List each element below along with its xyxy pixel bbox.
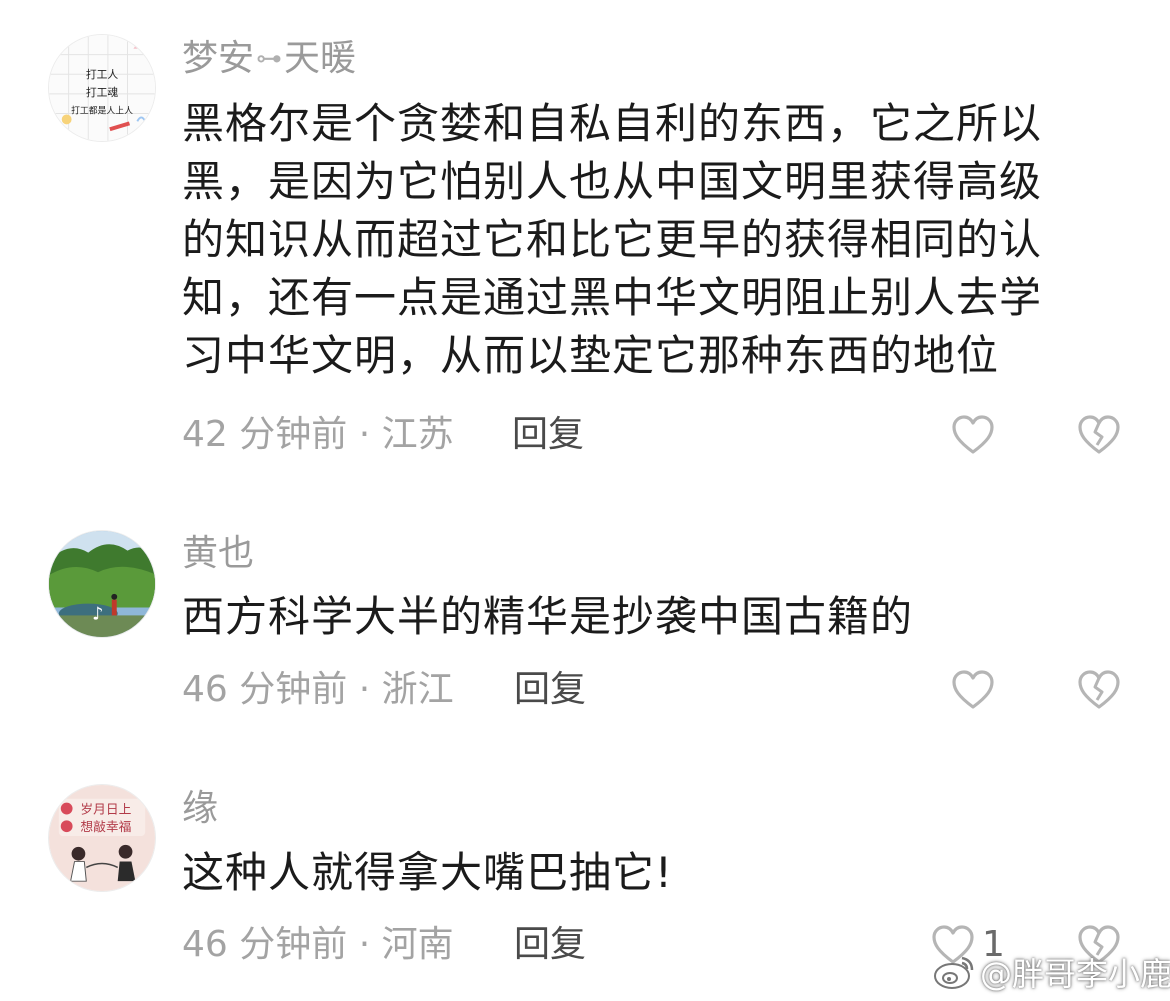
comment-username[interactable]: 缘 [182, 786, 218, 832]
dislike-button[interactable] [1076, 667, 1122, 713]
avatar-text-line: 打工人 [86, 68, 119, 81]
comment-text-line: 西方科学大半的精华是抄袭中国古籍的 [182, 592, 914, 641]
avatar-image: ♪ [49, 531, 155, 637]
broken-heart-icon [1078, 670, 1120, 709]
comment-text: 西方科学大半的精华是抄袭中国古籍的 [182, 588, 1102, 646]
link-icon: ⊶ [256, 44, 283, 74]
comment-text: 这种人就得拿大嘴巴抽它! [182, 844, 1102, 902]
watermark-text: @胖哥李小鹿 [980, 955, 1170, 993]
like-button[interactable] [950, 412, 996, 458]
comment-text-line: 黑格尔是个贪婪和自私自利的东西，它之所以 [182, 99, 1043, 148]
comment-text-line: 这种人就得拿大嘴巴抽它! [182, 848, 673, 897]
comment-meta: 46 分钟前 · 浙江 [182, 669, 454, 710]
reply-button[interactable]: 回复 [512, 412, 584, 458]
reply-button[interactable]: 回复 [514, 667, 586, 713]
avatar[interactable]: 打工人 打工魂 打工都是人上人 [48, 34, 156, 142]
comment-text: 黑格尔是个贪婪和自私自利的东西，它之所以 黑，是因为它怕别人也从中国文明里获得高… [182, 95, 1102, 385]
comment-meta: 42 分钟前 · 江苏 [182, 414, 454, 455]
avatar[interactable]: 岁月日上 想敲幸福 [48, 784, 156, 892]
username-part: 天暖 [284, 38, 357, 79]
weibo-logo-icon [934, 956, 974, 989]
svg-text:♪: ♪ [92, 604, 103, 624]
comment-username[interactable]: 黄也 [182, 531, 254, 577]
comment-text-line: 习中华文明，从而以垫定它那种东西的地位 [182, 331, 1000, 380]
comment-username[interactable]: 梦安⊶天暖 [182, 36, 356, 82]
reply-button[interactable]: 回复 [514, 922, 586, 968]
avatar-text-line: 打工魂 [86, 86, 119, 99]
username-part: 梦安 [182, 38, 255, 79]
comment-meta: 46 分钟前 · 河南 [182, 924, 454, 965]
comment-text-line: 的知识从而超过它和比它更早的获得相同的认 [182, 215, 1043, 264]
like-button[interactable] [950, 667, 996, 713]
comment-text-line: 知，还有一点是通过黑中华文明阻止别人去学 [182, 273, 1043, 322]
avatar-text-line: 打工都是人上人 [71, 105, 133, 117]
avatar[interactable]: ♪ [48, 530, 156, 638]
heart-outline-icon [952, 670, 994, 709]
comment-text-line: 黑，是因为它怕别人也从中国文明里获得高级 [182, 157, 1043, 206]
avatar-image: 打工人 打工魂 打工都是人上人 [49, 35, 155, 141]
avatar-image: 岁月日上 想敲幸福 [49, 785, 155, 891]
avatar-text-line: 岁月日上 [80, 802, 131, 817]
broken-heart-icon [1078, 415, 1120, 454]
dislike-button[interactable] [1076, 412, 1122, 458]
avatar-text-line: 想敲幸福 [80, 819, 131, 835]
watermark: @胖哥李小鹿 [932, 948, 1170, 996]
heart-outline-icon [952, 415, 994, 454]
